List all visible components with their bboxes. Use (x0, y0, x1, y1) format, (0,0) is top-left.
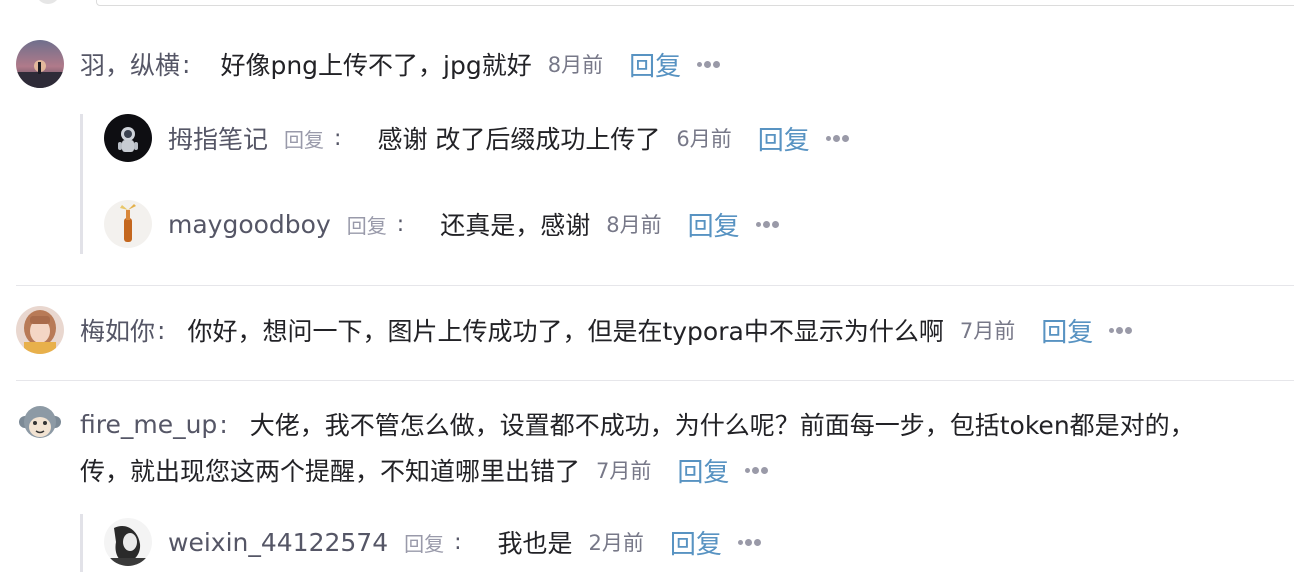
comment-time: 6月前 (676, 127, 732, 151)
comment-text-line2: 传，就出现您这两个提醒，不知道哪里出错了 (80, 457, 581, 486)
reply-button[interactable]: 回复 (1041, 312, 1093, 349)
reply-colon: : (396, 211, 405, 237)
comment-time: 8月前 (547, 53, 604, 77)
comment-text: 我也是 (497, 529, 573, 558)
name-colon: : (182, 49, 191, 79)
more-options-icon[interactable] (697, 60, 721, 68)
reply-button[interactable]: 回复 (670, 524, 722, 561)
reply-button[interactable]: 回复 (688, 206, 740, 243)
user-name[interactable]: 拇指笔记 (168, 120, 268, 156)
avatar-astronaut-icon[interactable] (104, 114, 152, 162)
comment-time: 2月前 (588, 531, 644, 555)
previous-input-stub (96, 0, 1294, 6)
avatar-girl-icon[interactable] (16, 306, 64, 354)
comment-divider (16, 285, 1294, 286)
comment-time: 7月前 (596, 459, 652, 483)
avatar-sketch-icon[interactable] (104, 518, 152, 566)
reply-tag: 回复 (284, 127, 325, 152)
more-options-icon[interactable] (1109, 326, 1133, 334)
more-options-icon[interactable] (745, 466, 769, 474)
comment-time: 7月前 (959, 319, 1016, 343)
avatar-sunset-icon[interactable] (16, 40, 64, 88)
comment-item: 羽，纵横 : 好像png上传不了，jpg就好 8月前 回复 (16, 40, 721, 88)
reply-list (80, 114, 83, 254)
comment-text: 还真是，感谢 (440, 211, 591, 240)
name-colon: : (219, 409, 228, 439)
comment-continuation: 传，就出现您这两个提醒，不知道哪里出错了 7月前 回复 (80, 450, 769, 490)
user-name[interactable]: maygoodboy (168, 210, 331, 239)
reply-button[interactable]: 回复 (629, 46, 681, 83)
reply-tag: 回复 (404, 531, 445, 556)
comment-text: 感谢 改了后缀成功上传了 (377, 125, 661, 154)
more-options-icon[interactable] (825, 134, 849, 142)
previous-comment-box-remnant (0, 0, 1294, 6)
user-name[interactable]: fire_me_up (80, 410, 217, 439)
comment-text: 好像png上传不了，jpg就好 (220, 51, 532, 80)
comment-item: 梅如你 : 你好，想问一下，图片上传成功了，但是在typora中不显示为什么啊 … (16, 306, 1133, 354)
comment-text: 你好，想问一下，图片上传成功了，但是在typora中不显示为什么啊 (187, 317, 944, 346)
avatar-monkey-icon[interactable] (16, 400, 64, 448)
comment-divider (16, 380, 1294, 381)
reply-item: weixin_44122574 回复 : 我也是 2月前 回复 (104, 518, 761, 566)
comment-text: 大佬，我不管怎么做，设置都不成功，为什么呢？前面每一步，包括token都是对的， (249, 411, 1195, 440)
reply-colon: : (334, 125, 342, 151)
previous-avatar-stub (36, 0, 60, 4)
user-name[interactable]: 羽，纵横 (80, 46, 180, 82)
reply-button[interactable]: 回复 (677, 452, 729, 489)
more-options-icon[interactable] (737, 538, 761, 546)
reply-button[interactable]: 回复 (758, 120, 810, 157)
name-colon: : (157, 315, 166, 345)
more-options-icon[interactable] (755, 220, 779, 228)
reply-tag: 回复 (346, 213, 387, 238)
comment-item: fire_me_up : 大佬，我不管怎么做，设置都不成功，为什么呢？前面每一步… (16, 400, 1195, 448)
reply-item: maygoodboy 回复 : 还真是，感谢 8月前 回复 (104, 200, 779, 248)
reply-colon: : (454, 529, 462, 555)
user-name[interactable]: weixin_44122574 (168, 528, 388, 557)
user-name[interactable]: 梅如你 (80, 312, 155, 348)
avatar-bottle-icon[interactable] (104, 200, 152, 248)
reply-list (80, 514, 83, 572)
reply-item: 拇指笔记 回复 : 感谢 改了后缀成功上传了 6月前 回复 (104, 114, 849, 162)
comment-time: 8月前 (606, 213, 662, 237)
